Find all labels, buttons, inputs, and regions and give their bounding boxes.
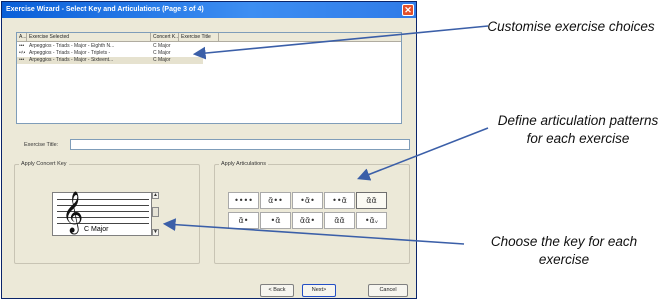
key-arrow bbox=[162, 218, 465, 245]
customise-arrow bbox=[192, 25, 489, 60]
articulation-arrow bbox=[357, 127, 489, 181]
callout-articulation: Define articulation patterns for each ex… bbox=[497, 113, 659, 146]
callout-key: Choose the key for each exercise bbox=[490, 234, 638, 267]
callout-customise: Customise exercise choices bbox=[487, 19, 655, 34]
